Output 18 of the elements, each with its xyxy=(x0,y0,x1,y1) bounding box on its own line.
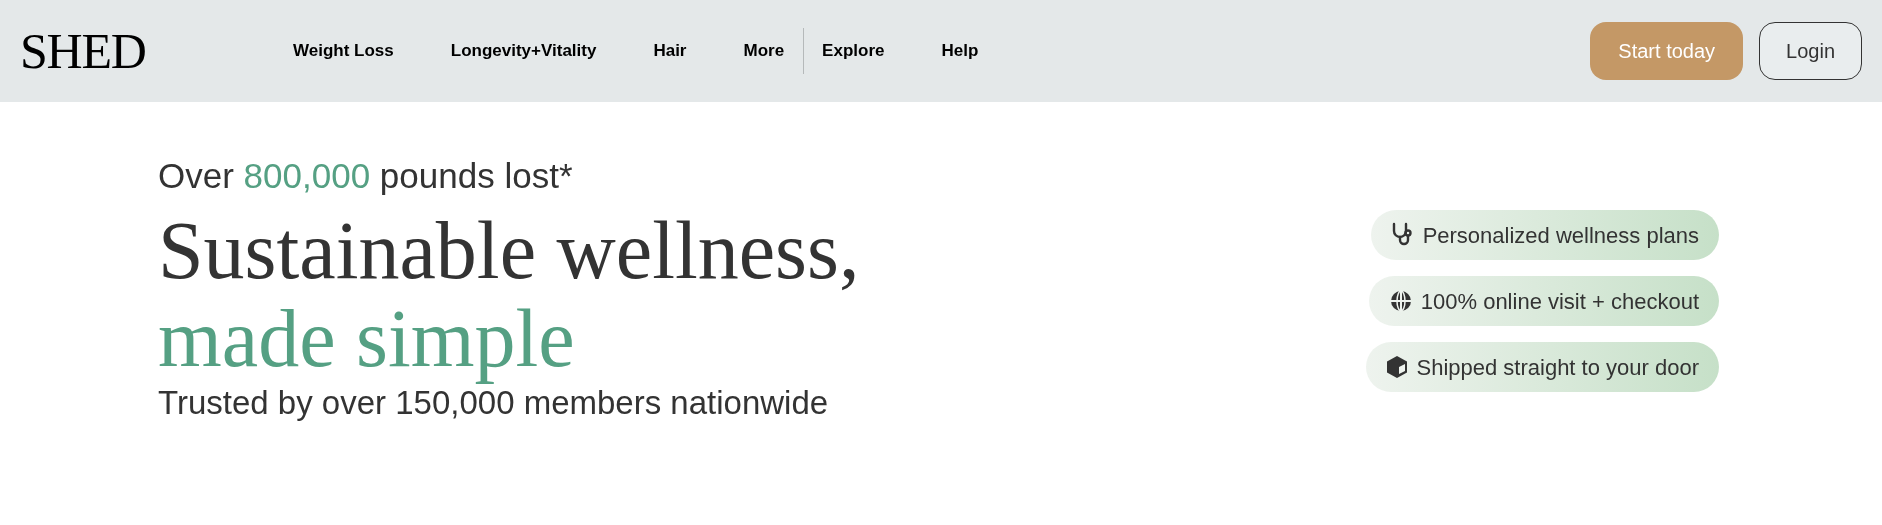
globe-icon xyxy=(1388,289,1413,313)
nav-link[interactable]: Hair xyxy=(653,38,687,64)
headline-accent: made simple xyxy=(158,295,576,383)
logo[interactable]: SHED xyxy=(20,13,293,89)
subtitle: Trusted by over 150,000 members nationwide xyxy=(158,384,830,424)
feature-label: Personalized wellness plans xyxy=(1422,221,1699,250)
box-icon xyxy=(1386,355,1409,379)
stat-line: Over 800,000 pounds lost* xyxy=(158,155,574,197)
feature-label: Shipped straight to your door xyxy=(1416,353,1699,382)
nav-link[interactable]: Explore xyxy=(822,38,885,64)
nav-link[interactable]: Help xyxy=(941,38,979,64)
headline: Sustainable wellness, xyxy=(158,205,860,296)
login-button[interactable]: Login xyxy=(1759,22,1862,80)
feature-label: 100% online visit + checkout xyxy=(1420,287,1699,316)
nav-link[interactable]: Weight Loss xyxy=(293,38,394,64)
nav-link[interactable]: Longevity+Vitality xyxy=(450,38,597,64)
stethoscope-icon xyxy=(1390,222,1415,248)
nav-link[interactable]: More xyxy=(743,38,785,64)
